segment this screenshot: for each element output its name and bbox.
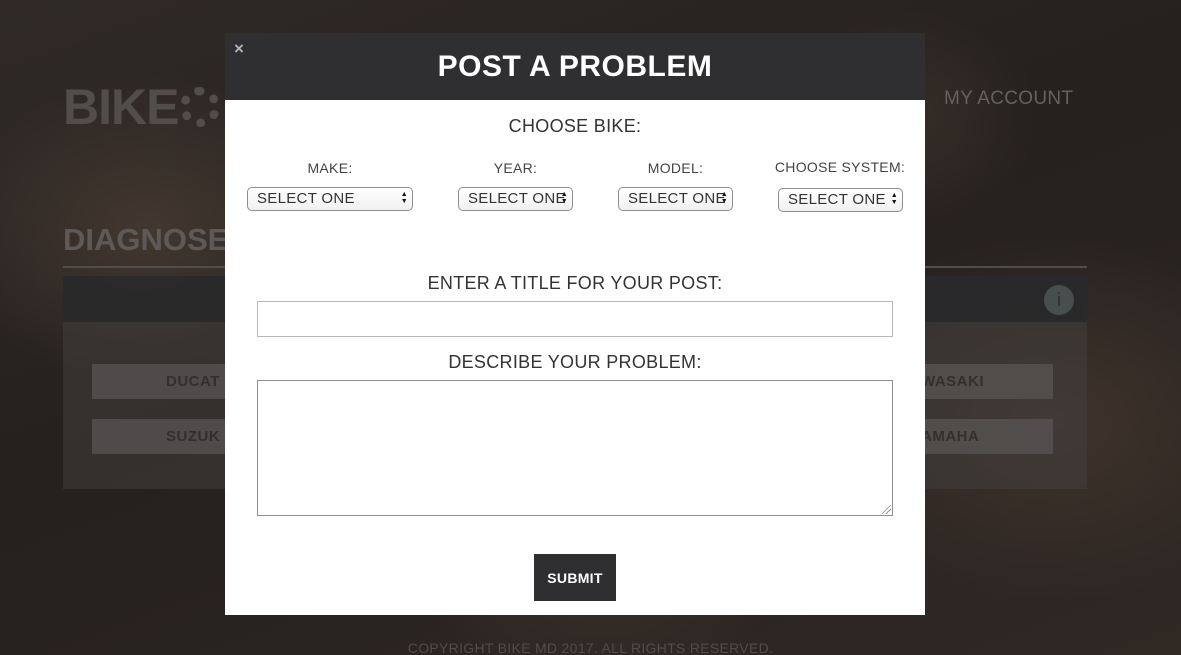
resize-handle-icon[interactable] [882, 505, 891, 514]
select-arrows-icon: ▲ ▼ [560, 191, 568, 205]
select-arrows-icon: ▲ ▼ [890, 192, 898, 206]
select-arrows-icon: ▲ ▼ [400, 191, 408, 205]
post-problem-modal: × POST A PROBLEM CHOOSE BIKE: MAKE: SELE… [225, 33, 925, 615]
system-label: CHOOSE SYSTEM: [774, 159, 906, 175]
close-icon[interactable]: × [234, 39, 244, 59]
model-label: MODEL: [647, 160, 704, 176]
year-select-value: SELECT ONE [468, 190, 566, 207]
system-select[interactable]: SELECT ONE ▲ ▼ [778, 188, 903, 212]
select-arrows-icon: ▲ ▼ [720, 191, 728, 205]
describe-textarea[interactable] [257, 380, 893, 516]
system-select-value: SELECT ONE [788, 191, 886, 208]
make-select-value: SELECT ONE [257, 190, 355, 207]
post-title-input[interactable] [257, 301, 893, 337]
choose-bike-label: CHOOSE BIKE: [508, 116, 642, 136]
post-title-label: ENTER A TITLE FOR YOUR POST: [427, 273, 723, 293]
modal-header: × POST A PROBLEM [225, 33, 925, 100]
year-label: YEAR: [493, 160, 538, 176]
model-select-value: SELECT ONE [628, 190, 726, 207]
make-select[interactable]: SELECT ONE ▲ ▼ [247, 187, 413, 211]
modal-title: POST A PROBLEM [437, 49, 713, 83]
make-label: MAKE: [307, 160, 353, 176]
year-select[interactable]: SELECT ONE ▲ ▼ [458, 187, 573, 211]
submit-button[interactable]: SUBMIT [534, 554, 616, 601]
model-select[interactable]: SELECT ONE ▲ ▼ [618, 187, 733, 211]
describe-label: DESCRIBE YOUR PROBLEM: [448, 352, 702, 372]
